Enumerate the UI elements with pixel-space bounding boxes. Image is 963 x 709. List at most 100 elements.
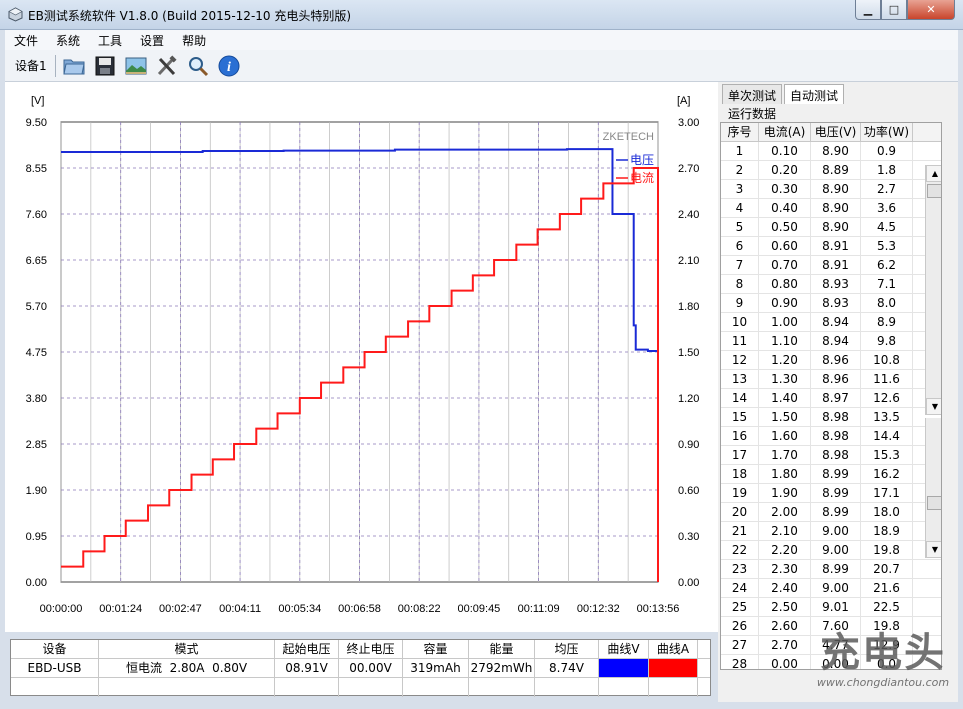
table-cell: 8.90	[811, 142, 861, 160]
menu-system[interactable]: 系统	[47, 32, 89, 49]
table-row[interactable]: 23 2.30 8.99 20.7	[721, 560, 941, 579]
table-row[interactable]: 16 1.60 8.98 14.4	[721, 427, 941, 446]
running-data-grid[interactable]: 序号 电流(A) 电压(V) 功率(W) 1 0.10 8.90 0.9 2 0.20 8.…	[720, 122, 942, 670]
table-cell: 9.8	[861, 332, 913, 350]
table-cell: 1	[721, 142, 759, 160]
value-capacity: 319mAh	[403, 659, 469, 677]
close-button[interactable]: ✕	[907, 0, 955, 20]
header-end-voltage: 终止电压	[339, 640, 403, 658]
table-row[interactable]: 11 1.10 8.94 9.8	[721, 332, 941, 351]
table-cell: 14.4	[861, 427, 913, 445]
table-cell: 9.00	[811, 541, 861, 559]
table-row[interactable]: 9 0.90 8.93 8.0	[721, 294, 941, 313]
table-row[interactable]: 20 2.00 8.99 18.0	[721, 503, 941, 522]
table-cell: 2.10	[759, 522, 811, 540]
curve-v-color-swatch[interactable]	[599, 659, 649, 677]
menu-help[interactable]: 帮助	[173, 32, 215, 49]
maximize-button[interactable]: □	[881, 0, 907, 20]
svg-text:i: i	[227, 60, 231, 75]
table-row[interactable]: 7 0.70 8.91 6.2	[721, 256, 941, 275]
table-row[interactable]: 10 1.00 8.94 8.9	[721, 313, 941, 332]
table-cell: 8.93	[811, 294, 861, 312]
menu-file[interactable]: 文件	[5, 32, 47, 49]
table-row[interactable]: 15 1.50 8.98 13.5	[721, 408, 941, 427]
scroll-down-icon[interactable]: ▼	[926, 398, 941, 415]
grid-scrollbar[interactable]: ▲ ▼	[925, 165, 941, 415]
table-cell: 2.00	[759, 503, 811, 521]
table-row[interactable]: 2 0.20 8.89 1.8	[721, 161, 941, 180]
search-icon	[188, 56, 208, 76]
toolbar: 设备1 i	[5, 50, 958, 82]
table-row[interactable]: 4 0.40 8.90 3.6	[721, 199, 941, 218]
table-cell: 8.9	[861, 313, 913, 331]
table-row[interactable]: 8 0.80 8.93 7.1	[721, 275, 941, 294]
table-row[interactable]: 12 1.20 8.96 10.8	[721, 351, 941, 370]
table-cell: 2.7	[861, 180, 913, 198]
value-start-voltage: 08.91V	[275, 659, 339, 677]
table-cell: 13	[721, 370, 759, 388]
table-cell: 8	[721, 275, 759, 293]
menu-tools[interactable]: 工具	[89, 32, 131, 49]
scroll-down-icon[interactable]: ▼	[926, 541, 941, 558]
search-button[interactable]	[184, 53, 212, 79]
table-row[interactable]: 3 0.30 8.90 2.7	[721, 180, 941, 199]
column-header: 序号	[721, 123, 759, 141]
chart-panel: [V] [A] 9.50 8.55 7.60 6.65 5.70 4.75 3.80 2.85 1.…	[5, 82, 718, 632]
table-cell: 8.98	[811, 427, 861, 445]
export-image-button[interactable]	[122, 53, 150, 79]
table-row[interactable]: 6 0.60 8.91 5.3	[721, 237, 941, 256]
table-row[interactable]: 17 1.70 8.98 15.3	[721, 446, 941, 465]
app-icon	[8, 7, 23, 22]
minimize-button[interactable]: ▁	[855, 0, 881, 20]
table-cell: 0.40	[759, 199, 811, 217]
curve-a-color-swatch[interactable]	[649, 659, 698, 677]
table-cell: 0.50	[759, 218, 811, 236]
yright-unit-label: [A]	[677, 95, 690, 107]
table-cell: 7	[721, 256, 759, 274]
table-cell: 8.96	[811, 351, 861, 369]
device-selector[interactable]: 设备1	[15, 57, 47, 74]
save-button[interactable]	[91, 53, 119, 79]
table-row[interactable]: 19 1.90 8.99 17.1	[721, 484, 941, 503]
table-cell: 8.98	[811, 408, 861, 426]
table-row[interactable]: 25 2.50 9.01 22.5	[721, 598, 941, 617]
table-cell: 8.91	[811, 237, 861, 255]
table-cell: 2.30	[759, 560, 811, 578]
table-cell: 8.94	[811, 332, 861, 350]
table-cell: 8.89	[811, 161, 861, 179]
table-row[interactable]: 24 2.40 9.00 21.6	[721, 579, 941, 598]
tab-auto-test[interactable]: 自动测试	[784, 84, 845, 104]
x-tick-label: 00:09:45	[457, 603, 500, 615]
table-cell: 9.00	[811, 579, 861, 597]
table-cell: 1.8	[861, 161, 913, 179]
yleft-tick-label: 0.95	[26, 531, 47, 543]
watermark-logo: 充电头 www.chongdiantou.com	[808, 630, 958, 705]
table-row[interactable]: 21 2.10 9.00 18.9	[721, 522, 941, 541]
table-cell: 0.10	[759, 142, 811, 160]
table-row[interactable]: 18 1.80 8.99 16.2	[721, 465, 941, 484]
table-row[interactable]: 22 2.20 9.00 19.8	[721, 541, 941, 560]
toolbar-separator	[54, 54, 56, 77]
table-row[interactable]: 5 0.50 8.90 4.5	[721, 218, 941, 237]
tab-single-test[interactable]: 单次测试	[722, 84, 783, 104]
table-cell: 20.7	[861, 560, 913, 578]
table-cell: 1.70	[759, 446, 811, 464]
table-cell: 1.50	[759, 408, 811, 426]
table-row[interactable]: 1 0.10 8.90 0.9	[721, 142, 941, 161]
scroll-thumb[interactable]	[927, 496, 941, 510]
about-button[interactable]: i	[215, 53, 243, 79]
table-cell: 4.5	[861, 218, 913, 236]
x-tick-label: 00:08:22	[398, 603, 441, 615]
table-row[interactable]: 13 1.30 8.96 11.6	[721, 370, 941, 389]
summary-header-row: 设备 模式 起始电压 终止电压 容量 能量 均压 曲线V 曲线A	[11, 640, 710, 659]
scroll-up-icon[interactable]: ▲	[926, 165, 941, 182]
tools-button[interactable]	[153, 53, 181, 79]
open-button[interactable]	[60, 53, 88, 79]
menu-settings[interactable]: 设置	[131, 32, 173, 49]
table-cell: 0.60	[759, 237, 811, 255]
grid-scrollbar-lower[interactable]: ▼	[925, 418, 941, 558]
table-row[interactable]: 14 1.40 8.97 12.6	[721, 389, 941, 408]
info-icon: i	[218, 55, 240, 76]
scroll-thumb[interactable]	[927, 184, 941, 198]
yleft-tick-label: 7.60	[26, 209, 47, 221]
